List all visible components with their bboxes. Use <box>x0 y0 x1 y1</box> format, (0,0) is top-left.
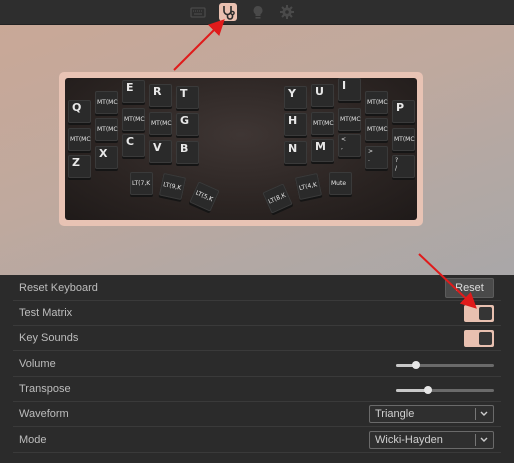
test-matrix-label: Test Matrix <box>19 307 73 319</box>
key[interactable]: U <box>311 84 334 107</box>
key[interactable]: MT(MC <box>95 91 118 114</box>
volume-slider[interactable] <box>396 361 494 369</box>
volume-label: Volume <box>19 358 56 370</box>
toggle-knob <box>479 332 492 345</box>
test-matrix-row: Test Matrix <box>13 301 501 326</box>
key-sounds-row: Key Sounds <box>13 326 501 351</box>
key[interactable]: C <box>122 134 145 157</box>
key-sounds-toggle[interactable] <box>464 330 494 347</box>
key[interactable]: H <box>284 113 307 136</box>
key[interactable]: MT(MC <box>122 108 145 131</box>
mode-select[interactable]: Wicki-Hayden <box>369 431 494 449</box>
key[interactable]: < , <box>338 134 361 157</box>
key[interactable]: N <box>284 141 307 164</box>
mode-row: Mode Wicki-Hayden <box>13 428 501 453</box>
thumb-key[interactable]: Mute <box>329 172 352 195</box>
key[interactable]: ? / <box>392 155 415 178</box>
volume-slider-thumb[interactable] <box>411 361 420 369</box>
key[interactable]: M <box>311 139 334 162</box>
toggle-knob <box>479 307 492 320</box>
transpose-slider[interactable] <box>396 386 494 394</box>
key[interactable]: MT(MC <box>149 112 172 135</box>
key[interactable]: Q <box>68 100 91 123</box>
select-divider <box>475 434 476 446</box>
key[interactable]: B <box>176 141 199 164</box>
stethoscope-icon[interactable] <box>219 3 237 21</box>
lightbulb-icon[interactable] <box>250 4 266 20</box>
select-divider <box>475 408 476 420</box>
waveform-select[interactable]: Triangle <box>369 405 494 423</box>
chevron-down-icon <box>480 437 488 442</box>
test-matrix-toggle[interactable] <box>464 305 494 322</box>
waveform-label: Waveform <box>19 408 69 420</box>
thumb-key[interactable]: LT(7,K <box>130 172 153 195</box>
waveform-row: Waveform Triangle <box>13 402 501 427</box>
key[interactable]: I <box>338 78 361 101</box>
key[interactable]: MT(MC <box>311 112 334 135</box>
top-toolbar <box>0 0 514 25</box>
key[interactable]: MT(MC <box>365 118 388 141</box>
volume-row: Volume <box>13 352 501 377</box>
key[interactable]: V <box>149 140 172 163</box>
mode-label: Mode <box>19 434 47 446</box>
key[interactable]: X <box>95 146 118 169</box>
key[interactable]: > . <box>365 146 388 169</box>
key[interactable]: G <box>176 113 199 136</box>
key[interactable]: Z <box>68 155 91 178</box>
key[interactable]: MT(MC <box>338 108 361 131</box>
transpose-row: Transpose <box>13 377 501 402</box>
keyboard-icon[interactable] <box>190 4 206 20</box>
transpose-slider-thumb[interactable] <box>424 386 433 394</box>
key[interactable]: R <box>149 84 172 107</box>
mode-value: Wicki-Hayden <box>375 434 443 446</box>
reset-keyboard-label: Reset Keyboard <box>19 282 98 294</box>
reset-button[interactable]: Reset <box>445 278 494 298</box>
transpose-label: Transpose <box>19 383 71 395</box>
key[interactable]: P <box>392 100 415 123</box>
key[interactable]: Y <box>284 86 307 109</box>
chevron-down-icon <box>480 411 488 416</box>
key[interactable]: MT(MC <box>392 128 415 151</box>
key[interactable]: MT(MC <box>365 91 388 114</box>
reset-keyboard-row: Reset Keyboard Reset <box>13 276 501 301</box>
thumb-key[interactable]: LT(9,K <box>158 172 187 201</box>
gear-icon[interactable] <box>279 4 295 20</box>
key[interactable]: MT(MC <box>95 118 118 141</box>
key[interactable]: MT(MC <box>68 128 91 151</box>
key[interactable]: E <box>122 80 145 103</box>
waveform-value: Triangle <box>375 408 415 420</box>
key[interactable]: T <box>176 86 199 109</box>
key-sounds-label: Key Sounds <box>19 332 79 344</box>
thumb-key[interactable]: LT(4,K <box>294 172 323 201</box>
